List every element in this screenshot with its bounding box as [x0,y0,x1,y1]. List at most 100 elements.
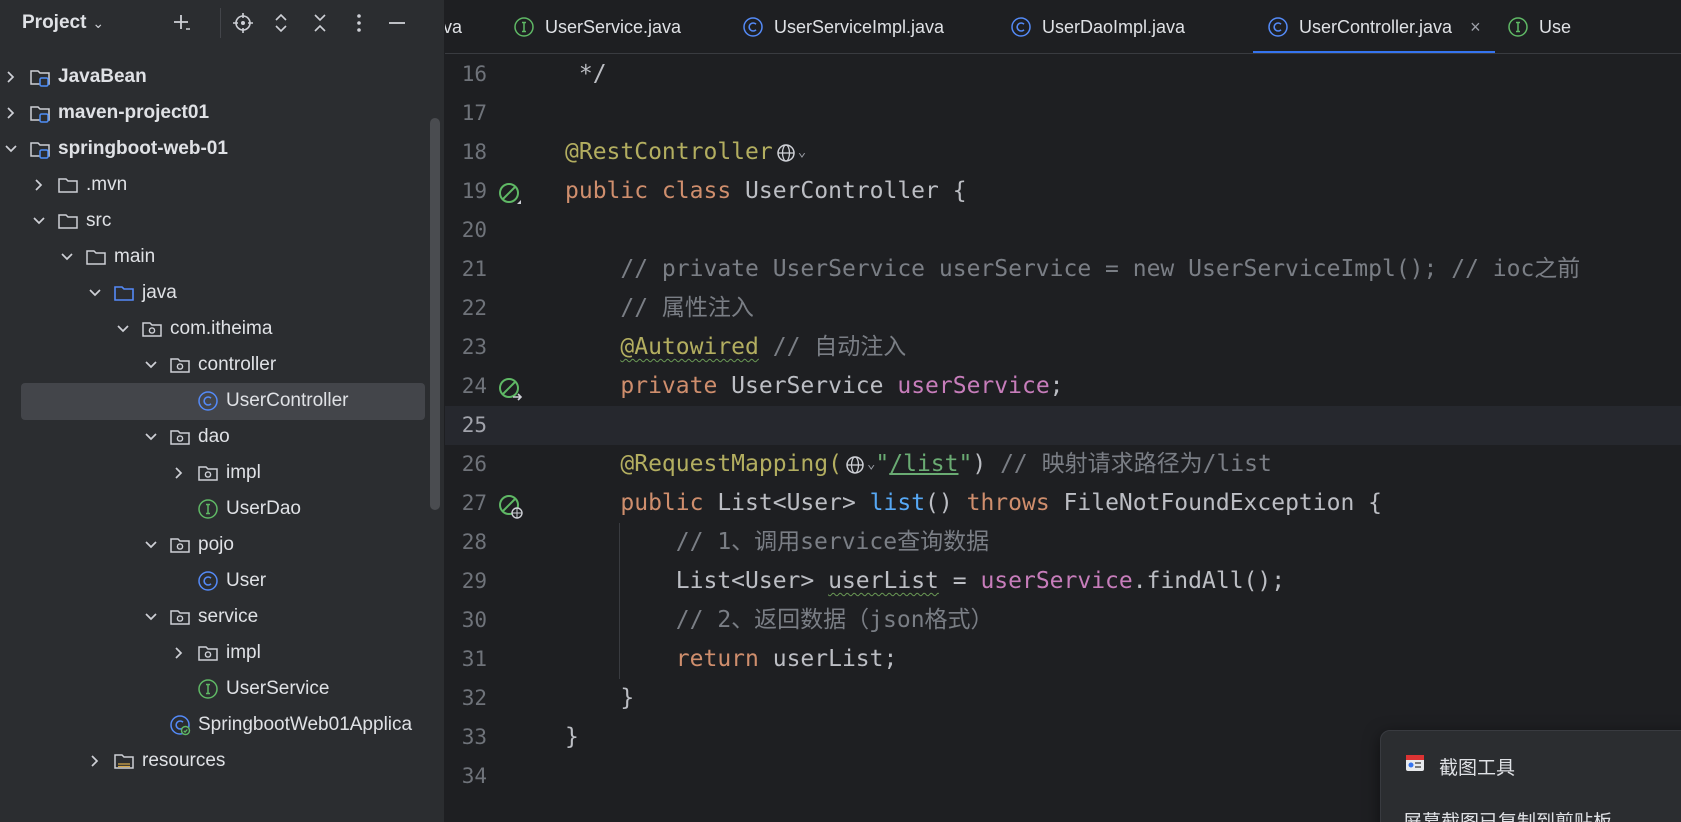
project-tool-window: Project ⌄ JavaBean maven-project01 springbo… [0,0,445,822]
notification-popup[interactable]: 截图工具 屏幕截图已复制到剪贴板 [1380,730,1681,822]
chevron-right-icon[interactable] [170,644,188,662]
tree-scrollbar[interactable] [430,118,440,510]
chevron-right-icon[interactable] [170,464,188,482]
chevron-down-icon[interactable] [86,284,104,302]
new-file-icon[interactable] [168,10,194,36]
expand-all-icon[interactable] [268,10,294,36]
close-tab-icon[interactable]: × [1470,17,1481,38]
project-view-selector[interactable]: Project ⌄ [22,12,104,34]
chevron-down-icon[interactable] [142,608,160,626]
tree-item[interactable]: UserService [0,670,444,708]
code-line[interactable]: 16 */ [445,55,1681,94]
request-mapping-icon[interactable] [495,492,525,522]
line-number[interactable]: 17 [445,94,487,133]
chevron-down-icon[interactable] [142,536,160,554]
indent-guide [619,523,620,679]
line-number[interactable]: 21 [445,250,487,289]
tree-item[interactable]: src [0,202,444,240]
spring-bean-icon[interactable] [495,180,525,210]
chevron-right-icon[interactable] [30,176,48,194]
code-line[interactable]: 24 private UserService userService; [445,367,1681,406]
line-number[interactable]: 31 [445,640,487,679]
line-number[interactable]: 19 [445,172,487,211]
line-number[interactable]: 20 [445,211,487,250]
line-number[interactable]: 32 [445,679,487,718]
line-number[interactable]: 25 [445,406,487,445]
tree-item[interactable]: impl [0,454,444,492]
tree-item[interactable]: .mvn [0,166,444,204]
chevron-right-icon[interactable] [2,104,20,122]
line-number[interactable]: 30 [445,601,487,640]
code-line[interactable]: 21 // private UserService userService = … [445,250,1681,289]
line-number[interactable]: 34 [445,757,487,796]
locate-file-icon[interactable] [230,10,256,36]
code-line[interactable]: 20 [445,211,1681,250]
chevron-down-icon[interactable] [142,428,160,446]
code-line[interactable]: 31 return userList; [445,640,1681,679]
editor-tab[interactable]: UserService.java [513,0,681,53]
line-number[interactable]: 22 [445,289,487,328]
tree-item[interactable]: maven-project01 [0,94,444,132]
tree-item[interactable]: JavaBean [0,58,444,96]
chevron-right-icon[interactable] [86,752,104,770]
tree-item[interactable]: UserController [0,382,444,420]
tree-item[interactable]: UserDao [0,490,444,528]
punctuation: .findAll(); [1132,568,1286,594]
code-line[interactable]: 23 @Autowired // 自动注入 [445,328,1681,367]
chevron-down-icon[interactable] [30,212,48,230]
code-line[interactable]: 26 @RequestMapping(⌄ "/list") // 映射请求路径为/… [445,445,1681,484]
code-line[interactable]: 32 } [445,679,1681,718]
hide-panel-icon[interactable] [384,10,410,36]
code-line[interactable]: 18 @RestController ⌄ [445,133,1681,172]
chevron-down-icon[interactable] [114,320,132,338]
chevron-down-icon[interactable] [142,356,160,374]
tree-item[interactable]: com.itheima [0,310,444,348]
tree-item[interactable]: SpringbootWeb01Applica [0,706,444,744]
web-endpoint-icon[interactable]: ⌄ [775,133,806,172]
line-number[interactable]: 27 [445,484,487,523]
collapse-all-icon[interactable] [307,10,333,36]
tree-item[interactable]: impl [0,634,444,672]
editor-tab[interactable]: Use [1507,0,1571,53]
more-options-icon[interactable] [346,10,372,36]
code-line[interactable]: 19 public class UserController { [445,172,1681,211]
editor-tab[interactable]: UserController.java × [1253,0,1495,53]
editor-tab[interactable]: UserDaoImpl.java [1010,0,1185,53]
tree-item[interactable]: main [0,238,444,276]
code-line[interactable]: 22 // 属性注入 [445,289,1681,328]
tree-item[interactable]: controller [0,346,444,384]
tree-item[interactable]: springboot-web-01 [0,130,444,168]
line-number[interactable]: 18 [445,133,487,172]
line-number[interactable]: 16 [445,55,487,94]
code-line[interactable]: 29 List<User> userList = userService.fin… [445,562,1681,601]
tree-item[interactable]: dao [0,418,444,456]
line-number[interactable]: 24 [445,367,487,406]
tree-item[interactable]: resources [0,742,444,780]
code-content: */ [565,55,607,94]
line-number[interactable]: 23 [445,328,487,367]
chevron-down-icon[interactable] [2,140,20,158]
code-editor[interactable]: 16 */17 18 @RestController ⌄ 19 public class … [445,54,1681,822]
code-line[interactable]: 17 [445,94,1681,133]
code-line[interactable]: 25 [445,406,1681,445]
line-number[interactable]: 28 [445,523,487,562]
chevron-right-icon[interactable] [2,68,20,86]
code-content: return userList; [565,640,898,679]
comment: // 1、调用service查询数据 [565,529,990,555]
chevron-down-icon[interactable] [58,248,76,266]
tree-item[interactable]: User [0,562,444,600]
code-line[interactable]: 30 // 2、返回数据（json格式） [445,601,1681,640]
tree-item[interactable]: java [0,274,444,312]
line-number[interactable]: 33 [445,718,487,757]
tree-arrow-placeholder [170,392,188,410]
line-number[interactable]: 29 [445,562,487,601]
code-line[interactable]: 28 // 1、调用service查询数据 [445,523,1681,562]
line-number[interactable]: 26 [445,445,487,484]
tree-item[interactable]: service [0,598,444,636]
code-line[interactable]: 27 public List<User> list() throws FileN… [445,484,1681,523]
web-endpoint-icon[interactable]: ⌄ [844,445,875,484]
tree-item[interactable]: pojo [0,526,444,564]
editor-tab[interactable]: UserServiceImpl.java [742,0,944,53]
editor-tab[interactable]: ava [445,0,462,53]
autowired-navigate-icon[interactable] [495,375,525,405]
